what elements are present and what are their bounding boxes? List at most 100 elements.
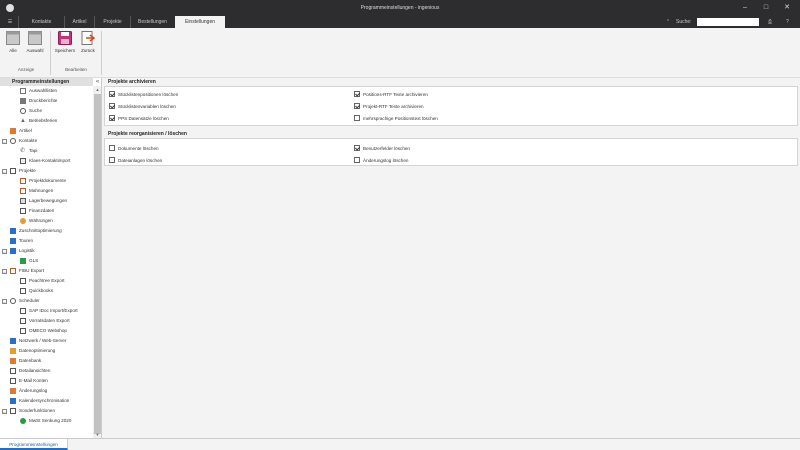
tab-bestellungen[interactable]: Bestellungen [130,16,174,28]
scroll-up-icon[interactable]: ▲ [93,86,101,93]
sidebar-item-projektdokumente[interactable]: Projektdokumente [20,176,66,186]
tab-artikel[interactable]: Artikel [64,16,94,28]
checkbox-icon[interactable] [109,144,115,151]
network-icon [10,337,16,344]
sidebar-item-vorratsdaten-export[interactable]: Vorratsdaten Export [20,316,70,326]
checkbox-aenderungslog-loeschen[interactable]: Änderungslog löschen [354,156,408,165]
checkbox-icon[interactable] [354,102,360,109]
sidebar-item-peachtree-export[interactable]: Peachtree Export [20,276,65,286]
export-icon [20,317,26,324]
checkbox-mehrsprachige-positionstext[interactable]: mehrsprachige Positionstext löschen [354,114,438,123]
search-input[interactable] [697,18,759,26]
minimize-icon[interactable]: – [740,3,750,13]
sidebar-item-mahnungen[interactable]: Mahnungen [20,186,53,196]
sidebar-item-sonderfunktionen[interactable]: – Sonderfunktionen [2,406,55,416]
sidebar-item-quickbooks[interactable]: Quickbooks [20,286,53,296]
print-icon[interactable]: ⎙ [768,16,772,28]
save-button[interactable]: Speichern [54,31,76,61]
help-icon[interactable]: ? [786,16,789,28]
app-menu-icon[interactable]: ☰ [4,16,16,28]
maximize-icon[interactable]: □ [761,3,771,13]
checkbox-icon[interactable] [109,90,115,97]
tab-einstellungen[interactable]: Einstellungen [175,16,225,28]
sidebar-item-druckberichte[interactable]: Druckberichte [20,96,57,106]
sidebar-item-auswahllisten[interactable]: Auswahllisten [20,86,57,96]
checkbox-icon[interactable] [354,156,360,163]
search-label: Suche: [676,19,692,25]
expand-icon[interactable]: – [2,269,7,274]
checkbox-dateianlagen-loeschen[interactable]: Dateianlagen löschen [109,156,162,165]
sidebar-item-touren[interactable]: Touren [10,236,33,246]
expand-icon[interactable]: – [2,139,7,144]
checkbox-positions-rtf[interactable]: Positions-RTF Texte archivieren [354,90,428,99]
sidebar-item-waehrungen[interactable]: Währungen [20,216,53,226]
checkbox-icon[interactable] [354,114,360,121]
menu-bar: ☰ Kontakte Artikel Projekte Bestellungen… [0,16,800,28]
sidebar-item-aenderungslog[interactable]: Änderungslog [10,386,47,396]
sidebar-item-omeco-webshop[interactable]: OMECO Webshop [20,326,67,336]
checkbox-stuecklistenpositionen[interactable]: Stücklistenpositionen löschen [109,90,178,99]
checkbox-icon[interactable] [354,90,360,97]
sidebar-item-fibu-export[interactable]: – FIBU Export [2,266,44,276]
tab-projekte[interactable]: Projekte [94,16,130,28]
checkbox-stuecklistenvariablen[interactable]: Stücklistenvariablen löschen [109,102,176,111]
tab-kontakte[interactable]: Kontakte [18,16,64,28]
expand-icon[interactable]: – [2,409,7,414]
show-all-button[interactable]: Alle [2,31,24,61]
calendar-icon [10,397,16,404]
clock-icon [10,297,16,304]
sidebar-item-artikel[interactable]: Artikel [10,126,32,136]
sidebar-item-datenbank[interactable]: Datenbank [10,356,41,366]
selection-label: Auswahl [26,48,44,53]
search-icon [20,107,26,114]
sidebar-item-tapi[interactable]: ✆ Tapi [20,146,37,156]
selection-button[interactable]: Auswahl [24,31,46,61]
logistics-icon [10,247,16,254]
expand-icon[interactable]: – [2,169,7,174]
article-icon [10,127,16,134]
checkbox-icon[interactable] [109,102,115,109]
expand-icon[interactable]: – [2,299,7,304]
sidebar-item-detailansichten[interactable]: Detailansichten [10,366,50,376]
checkbox-icon[interactable] [354,144,360,151]
expand-icon[interactable]: – [2,249,7,254]
reorganize-panel: Dokumente löschen Dateianlagen löschen B… [104,138,798,166]
sidebar-item-zuschnittoptimierung[interactable]: Zuschnittoptimierung [10,226,62,236]
sidebar-item-finanzdaten[interactable]: Finanzdaten [20,206,54,216]
sidebar-item-sap-idoc[interactable]: SAP IDoc Import/Export [20,306,78,316]
checkbox-projekt-rtf[interactable]: Projekt-RTF Texte archivieren [354,102,424,111]
sidebar-item-klaes-kontaktimport[interactable]: Klaes-Kontaktimport [20,156,70,166]
collapse-ribbon-icon[interactable]: ⌃ [666,16,670,28]
sidebar: Programmeinstellungen « Auswahllisten Dr… [0,78,102,438]
sidebar-scrollbar[interactable]: ▲ ▼ [93,86,101,438]
tab-programmeinstellungen[interactable]: Programmeinstellungen [0,439,68,450]
sidebar-item-suche[interactable]: Suche [20,106,42,116]
scroll-down-icon[interactable]: ▼ [93,431,101,438]
checkbox-icon[interactable] [109,156,115,163]
sidebar-item-scheduler[interactable]: – Scheduler [2,296,40,306]
collapse-sidebar-icon[interactable]: « [93,78,101,86]
export-icon [20,277,26,284]
checkbox-benutzerfelder-loeschen[interactable]: Benutzerfelder löschen [354,144,410,153]
sidebar-item-netzwerk[interactable]: Netzwerk / Web-Server [10,336,66,346]
sidebar-item-logistik[interactable]: – Logistik [2,246,35,256]
sidebar-item-betriebsferien[interactable]: ▲ Betriebsferien [20,116,57,126]
checkbox-dokumente-loeschen[interactable]: Dokumente löschen [109,144,159,153]
contacts-icon [10,137,16,144]
sidebar-item-datenoptimierung[interactable]: Datenoptimierung [10,346,55,356]
close-icon[interactable]: ✕ [782,3,792,13]
section-title: Projekte reorganisieren / löschen [108,131,187,137]
sidebar-item-lagerbewegungen[interactable]: Lagerbewegungen [20,196,67,206]
back-button[interactable]: Zurück [77,31,99,61]
sidebar-item-mwst-senkung[interactable]: MwSt Senkung 2020 [20,416,71,426]
checkbox-icon[interactable] [109,114,115,121]
window-title: Programmeinstellungen - ingenious [360,5,440,11]
sidebar-item-gls[interactable]: GLS [20,256,38,266]
sidebar-item-kalendersynchronisation[interactable]: Kalendersynchronisation [10,396,69,406]
scrollbar-thumb[interactable] [94,94,101,434]
sidebar-item-kontakte[interactable]: – Kontakte [2,136,37,146]
sidebar-item-projekte[interactable]: – Projekte [2,166,36,176]
grid-icon [6,31,20,45]
sidebar-item-email-konten[interactable]: E-Mail Konten [10,376,48,386]
checkbox-pps-datensaetze[interactable]: PPS Datensätze löschen [109,114,169,123]
